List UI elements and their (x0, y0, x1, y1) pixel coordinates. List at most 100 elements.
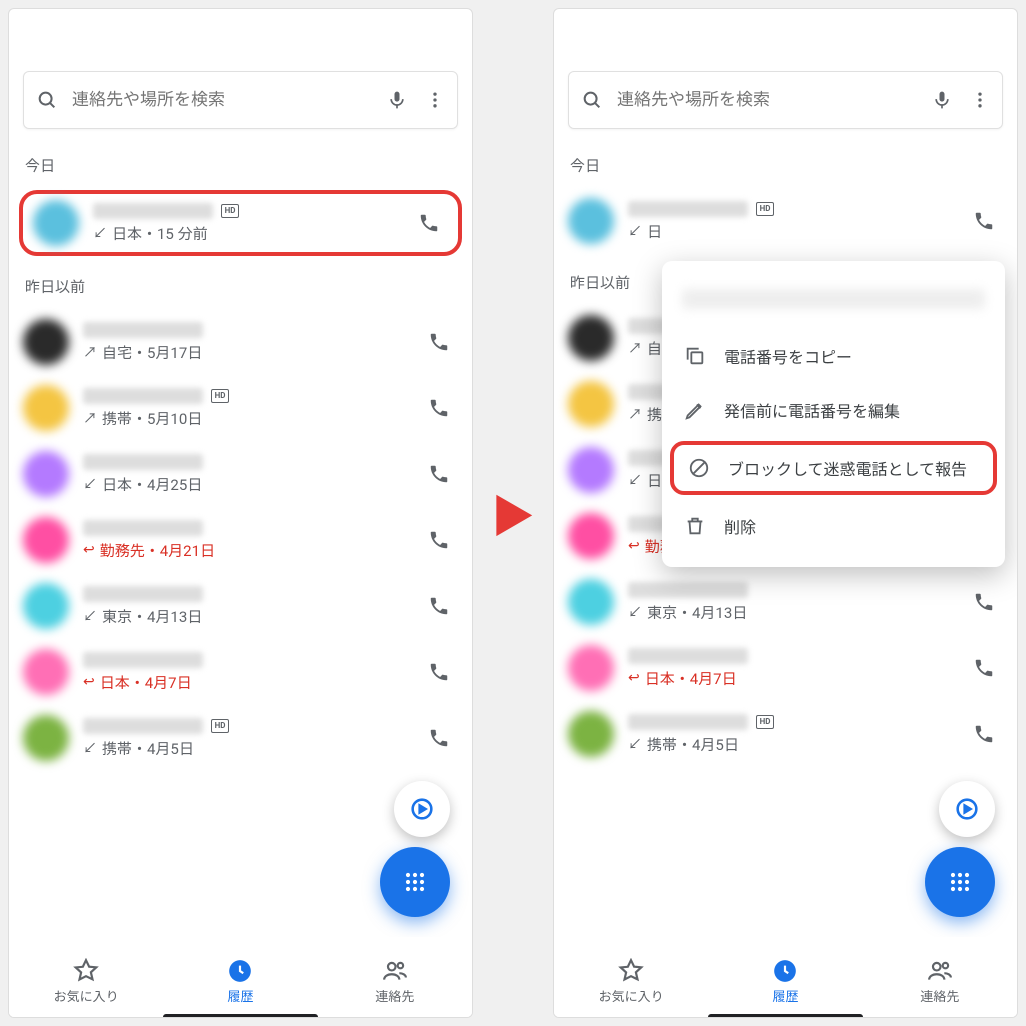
call-button[interactable] (412, 206, 446, 240)
call-button[interactable] (422, 325, 456, 359)
search-bar[interactable] (568, 71, 1003, 129)
more-icon[interactable] (970, 90, 990, 110)
mic-icon[interactable] (387, 88, 407, 112)
call-button[interactable] (422, 589, 456, 623)
incoming-arrow-icon: ↙ (93, 223, 107, 243)
bottom-nav: お気に入り 履歴 連絡先 (554, 937, 1017, 1017)
avatar (568, 198, 614, 244)
in-arrow-icon: ↙ (83, 738, 97, 758)
nav-indicator (163, 1014, 317, 1017)
nav-history[interactable]: 履歴 (163, 937, 317, 1017)
contact-name (628, 714, 748, 730)
call-row[interactable]: HD ↙携帯・4月5日 (9, 705, 472, 771)
call-info: HD ↙日本・15 分前 (93, 203, 398, 244)
menu-copy-number[interactable]: 電話番号をコピー (662, 329, 1005, 383)
menu-edit-number[interactable]: 発信前に電話番号を編集 (662, 383, 1005, 437)
call-button[interactable] (967, 651, 1001, 685)
call-row[interactable]: ↙日本・4月25日 (9, 441, 472, 507)
call-meta-text: 日本・4月7日 (645, 668, 737, 689)
call-button[interactable] (967, 585, 1001, 619)
call-row-today[interactable]: HD ↙日本・15 分前 (19, 190, 462, 256)
call-meta-text: 日本・4月25日 (102, 474, 202, 495)
call-row[interactable]: HD ↗携帯・5月10日 (9, 375, 472, 441)
dialpad-fab[interactable] (925, 847, 995, 917)
nav-contacts[interactable]: 連絡先 (863, 937, 1017, 1017)
video-fab[interactable] (394, 781, 450, 837)
call-meta-text: 勤務先・4月21日 (100, 540, 215, 561)
menu-delete[interactable]: 削除 (662, 499, 1005, 553)
search-bar[interactable] (23, 71, 458, 129)
contact-name (83, 388, 203, 404)
mic-icon[interactable] (932, 88, 952, 112)
call-button[interactable] (422, 721, 456, 755)
avatar (23, 583, 69, 629)
call-button[interactable] (967, 717, 1001, 751)
avatar (568, 513, 614, 559)
menu-header (682, 289, 985, 309)
copy-icon (684, 345, 706, 367)
edit-icon (684, 399, 706, 421)
call-button[interactable] (422, 457, 456, 491)
missed-arrow-icon: ↩ (628, 670, 640, 686)
context-menu: 電話番号をコピー 発信前に電話番号を編集 ブロックして迷惑電話として報告 削除 (662, 261, 1005, 567)
in-arrow-icon: ↙ (83, 606, 97, 626)
call-info: HD ↗携帯・5月10日 (83, 388, 408, 429)
nav-favorites[interactable]: お気に入り (9, 937, 163, 1017)
avatar (23, 715, 69, 761)
in-arrow-icon: ↙ (628, 734, 642, 754)
call-row-today[interactable]: HD ↙日 (554, 188, 1017, 254)
call-info: HD ↙携帯・4月5日 (628, 714, 953, 755)
call-row[interactable]: ↩日本・4月7日 (9, 639, 472, 705)
call-row[interactable]: ↩ 日本・4月7日 (554, 635, 1017, 701)
hd-badge: HD (756, 202, 774, 216)
call-button[interactable] (967, 204, 1001, 238)
call-info: ↩ 日本・4月7日 (628, 648, 953, 689)
avatar (568, 645, 614, 691)
call-meta-text: 東京・4月13日 (647, 602, 747, 623)
search-icon (581, 89, 603, 111)
call-info: HD ↙携帯・4月5日 (83, 718, 408, 759)
call-row[interactable]: ↙東京・4月13日 (554, 569, 1017, 635)
avatar (23, 385, 69, 431)
call-meta-text: 携帯・4月5日 (647, 734, 739, 755)
nav-contacts[interactable]: 連絡先 (318, 937, 472, 1017)
nav-indicator (708, 1014, 862, 1017)
screen-left: 今日 HD ↙日本・15 分前 昨日以前 ↗自宅・5月17日 HD ↗携帯・5月… (8, 8, 473, 1018)
call-meta-text: 携帯・4月5日 (102, 738, 194, 759)
contact-name (83, 652, 203, 668)
call-meta-text: 日本・15 分前 (112, 223, 208, 244)
bottom-nav: お気に入り 履歴 連絡先 (9, 937, 472, 1017)
avatar (568, 381, 614, 427)
menu-block-report[interactable]: ブロックして迷惑電話として報告 (670, 441, 997, 495)
call-row[interactable]: ↩ 勤務先・4月21日 (9, 507, 472, 573)
contact-name (83, 454, 203, 470)
avatar (23, 451, 69, 497)
block-icon (688, 457, 710, 479)
in-arrow-icon: ↙ (628, 470, 642, 490)
dialpad-fab[interactable] (380, 847, 450, 917)
contact-name (83, 718, 203, 734)
trash-icon (684, 515, 706, 537)
missed-arrow-icon: ↩ (83, 542, 95, 558)
contact-name (93, 203, 213, 219)
call-row[interactable]: ↗自宅・5月17日 (9, 309, 472, 375)
call-row[interactable]: ↙東京・4月13日 (9, 573, 472, 639)
call-meta-text: 自宅・5月17日 (102, 342, 202, 363)
call-button[interactable] (422, 523, 456, 557)
out-arrow-icon: ↗ (83, 408, 97, 428)
call-info: ↙東京・4月13日 (628, 582, 953, 623)
call-row[interactable]: HD ↙携帯・4月5日 (554, 701, 1017, 767)
avatar (23, 517, 69, 563)
call-button[interactable] (422, 391, 456, 425)
in-arrow-icon: ↙ (628, 602, 642, 622)
video-fab[interactable] (939, 781, 995, 837)
nav-favorites[interactable]: お気に入り (554, 937, 708, 1017)
call-info: ↙東京・4月13日 (83, 586, 408, 627)
nav-history[interactable]: 履歴 (708, 937, 862, 1017)
search-input[interactable] (72, 90, 373, 110)
more-icon[interactable] (425, 90, 445, 110)
out-arrow-icon: ↗ (628, 404, 642, 424)
call-button[interactable] (422, 655, 456, 689)
call-meta-text: 携帯・5月10日 (102, 408, 202, 429)
search-input[interactable] (617, 90, 918, 110)
